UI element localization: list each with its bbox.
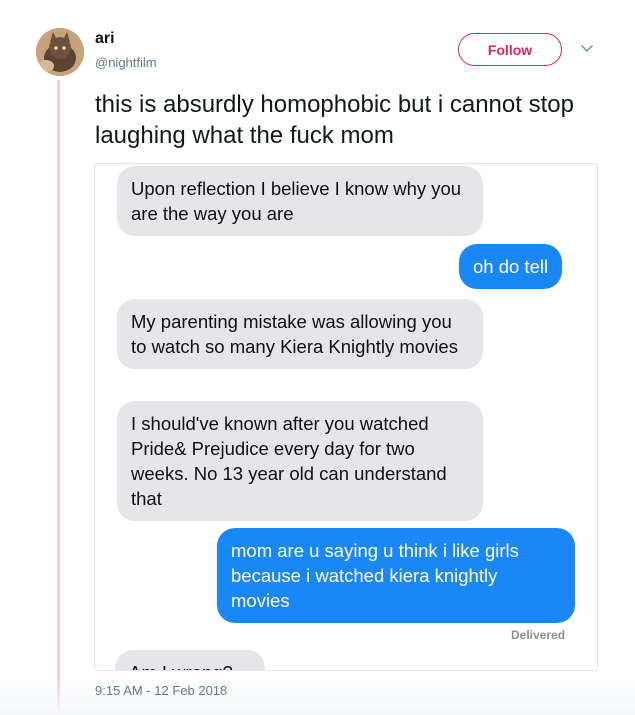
follow-button[interactable]: Follow [458,33,562,66]
tweet-timestamp[interactable]: 9:15 AM - 12 Feb 2018 [95,683,227,698]
message-bubble-incoming: Upon reflection I believe I know why you… [117,166,483,236]
message-bubble-incoming: I should've known after you watched Prid… [117,401,483,521]
avatar[interactable] [36,28,84,76]
cat-avatar-image [36,28,84,76]
thread-line [57,80,60,715]
chevron-down-icon[interactable] [580,42,594,56]
message-bubble-incoming: Am I wrong? [115,650,265,670]
tweet-media-screenshot[interactable]: Upon reflection I believe I know why you… [94,163,598,671]
message-bubble-outgoing: oh do tell [459,244,563,289]
delivered-status: Delivered [511,628,566,642]
tweet-text: this is absurdly homophobic but i cannot… [95,91,574,149]
message-bubble-outgoing: mom are u saying u think i like girls be… [217,528,575,623]
display-name[interactable]: ari [95,30,115,48]
message-bubble-incoming: My parenting mistake was allowing you to… [117,299,483,369]
user-handle[interactable]: @nightfilm [95,55,157,70]
